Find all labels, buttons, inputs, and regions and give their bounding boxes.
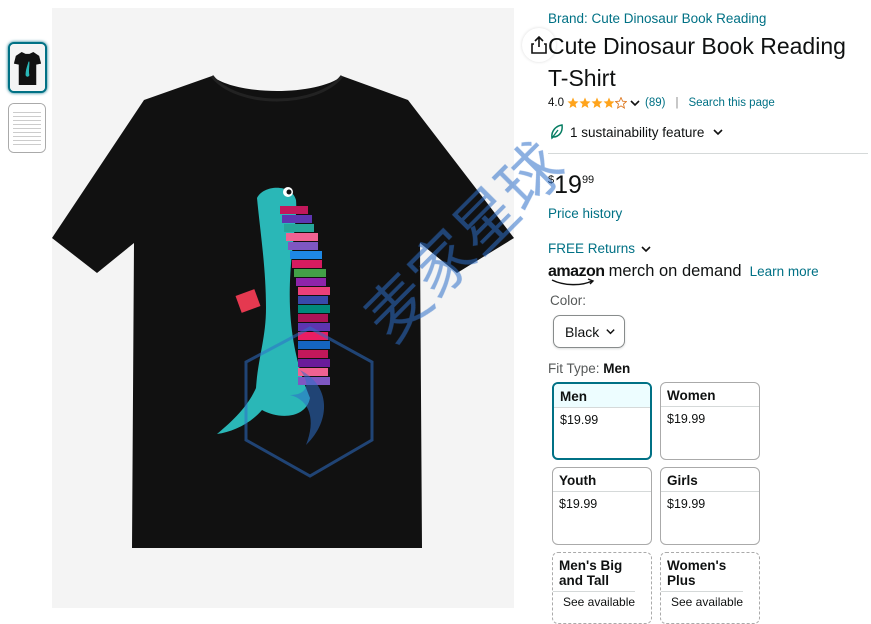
star-icon bbox=[579, 97, 591, 108]
chevron-down-icon bbox=[713, 129, 723, 136]
sustainability-label: 1 sustainability feature bbox=[570, 124, 705, 140]
smile-arrow-icon bbox=[551, 278, 595, 286]
fit-type-caption: Fit Type: bbox=[548, 361, 600, 376]
fit-option-men[interactable]: Men $19.99 bbox=[552, 382, 652, 460]
separator: | bbox=[675, 97, 679, 109]
fit-option-girls[interactable]: Girls $19.99 bbox=[660, 467, 760, 545]
star-icon bbox=[567, 97, 579, 108]
leaf-icon bbox=[551, 124, 563, 140]
star-rating[interactable] bbox=[567, 97, 641, 109]
rating-value: 4.0 bbox=[548, 97, 564, 109]
price-fraction: 99 bbox=[581, 174, 595, 186]
free-returns-link[interactable]: FREE Returns bbox=[548, 241, 652, 256]
thumbnail-list bbox=[8, 42, 47, 163]
amazon-logo: amazon bbox=[548, 263, 605, 286]
fit-option-price: $19.99 bbox=[560, 413, 599, 427]
merch-on-demand: amazon merch on demand Learn more bbox=[548, 262, 819, 286]
price: $ 19 99 bbox=[548, 171, 594, 199]
merch-label: merch on demand bbox=[608, 262, 742, 280]
learn-more-link[interactable]: Learn more bbox=[750, 264, 819, 279]
product-title: Cute Dinosaur Book Reading T-Shirt bbox=[548, 33, 846, 91]
thumbnail-tshirt[interactable] bbox=[8, 42, 47, 93]
fit-option-name: Women's Plus bbox=[661, 553, 743, 592]
color-selected: Black bbox=[565, 323, 600, 340]
star-icon bbox=[603, 97, 615, 108]
share-icon bbox=[531, 36, 547, 54]
fit-option-women[interactable]: Women $19.99 bbox=[660, 382, 760, 460]
fit-option-price: $19.99 bbox=[667, 412, 706, 426]
fit-option-youth[interactable]: Youth $19.99 bbox=[552, 467, 652, 545]
color-dropdown[interactable]: Black bbox=[553, 315, 626, 348]
free-returns-label: FREE Returns bbox=[548, 241, 636, 256]
star-outline-icon bbox=[615, 97, 627, 109]
product-image[interactable] bbox=[52, 8, 556, 608]
fit-option-availability: See available bbox=[563, 595, 636, 609]
price-history-link[interactable]: Price history bbox=[548, 206, 622, 221]
fit-option-name: Girls bbox=[661, 468, 759, 492]
fit-option-name: Women bbox=[661, 383, 759, 407]
star-icon bbox=[591, 97, 603, 108]
fit-option-womens-plus[interactable]: Women's Plus See available bbox=[660, 552, 760, 624]
brand-link[interactable]: Brand: Cute Dinosaur Book Reading bbox=[548, 11, 766, 26]
chevron-down-icon bbox=[630, 100, 640, 107]
search-page-link[interactable]: Search this page bbox=[688, 97, 774, 109]
fit-type-label: Fit Type: Men bbox=[548, 361, 630, 376]
divider bbox=[548, 153, 868, 154]
sustainability-feature[interactable]: 1 sustainability feature bbox=[550, 124, 724, 140]
thumbnail-size-chart[interactable] bbox=[8, 103, 46, 153]
fit-option-mens-big-tall[interactable]: Men's Big and Tall See available bbox=[552, 552, 652, 624]
fit-option-price: $19.99 bbox=[559, 497, 598, 511]
fit-type-selected: Men bbox=[603, 361, 631, 376]
rating-count-link[interactable]: (89) bbox=[645, 97, 665, 109]
price-whole: 19 bbox=[554, 171, 582, 199]
fit-option-name: Youth bbox=[553, 468, 651, 492]
fit-option-availability: See available bbox=[671, 595, 744, 609]
tshirt-illustration bbox=[52, 75, 514, 548]
color-label: Color: bbox=[550, 293, 587, 308]
fit-option-name: Men's Big and Tall bbox=[553, 553, 635, 592]
rating-row: 4.0 (89) | Search this page bbox=[548, 97, 775, 109]
chevron-down-icon bbox=[606, 329, 615, 335]
fit-option-name: Men bbox=[554, 384, 650, 408]
fit-option-price: $19.99 bbox=[667, 497, 706, 511]
chevron-down-icon bbox=[641, 245, 651, 252]
